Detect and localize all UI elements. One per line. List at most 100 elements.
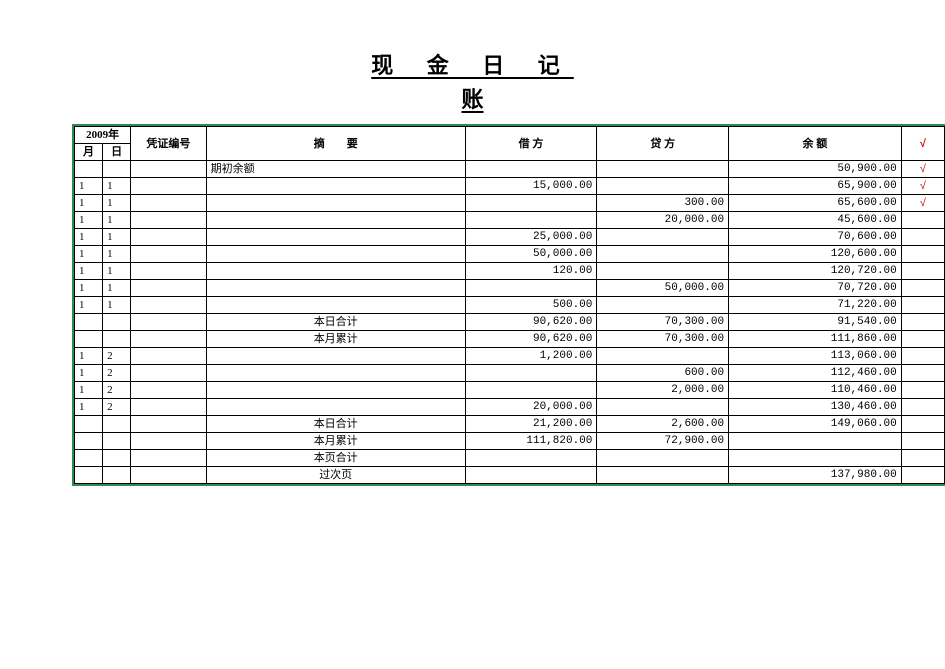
cell-credit — [597, 297, 729, 314]
table-row: 1220,000.00130,460.00 — [75, 399, 945, 416]
cell-summary — [206, 178, 465, 195]
header-summary-b: 要 — [347, 138, 358, 150]
cell-credit: 600.00 — [597, 365, 729, 382]
table-row: 本日合计90,620.0070,300.0091,540.00 — [75, 314, 945, 331]
cell-debit — [465, 382, 597, 399]
cell-check-icon — [901, 246, 944, 263]
table-row: 本月累计111,820.0072,900.00 — [75, 433, 945, 450]
cell-summary — [206, 246, 465, 263]
cell-day — [103, 416, 131, 433]
cell-day: 2 — [103, 365, 131, 382]
cell-debit — [465, 195, 597, 212]
cell-check-icon — [901, 263, 944, 280]
cell-credit: 20,000.00 — [597, 212, 729, 229]
cell-debit: 15,000.00 — [465, 178, 597, 195]
cell-credit — [597, 399, 729, 416]
ledger-table: 2009年 凭证编号 摘 要 借 方 贷 方 余 额 √ 月 日 期初余额 50,… — [74, 126, 945, 484]
cell-debit: 50,000.00 — [465, 246, 597, 263]
cell-balance — [729, 450, 902, 467]
cell-voucher — [131, 382, 207, 399]
cell-debit — [465, 450, 597, 467]
cell-month: 1 — [75, 195, 103, 212]
cell-month — [75, 331, 103, 348]
cell-voucher — [131, 450, 207, 467]
header-day: 日 — [103, 144, 131, 161]
cell-day: 1 — [103, 280, 131, 297]
cell-check-icon — [901, 212, 944, 229]
cell-balance: 112,460.00 — [729, 365, 902, 382]
table-header: 2009年 凭证编号 摘 要 借 方 贷 方 余 额 √ 月 日 — [75, 127, 945, 161]
cell-month: 1 — [75, 297, 103, 314]
cell-balance: 50,900.00 — [729, 161, 902, 178]
cell-month: 1 — [75, 212, 103, 229]
cell-check-icon — [901, 450, 944, 467]
cell-summary: 本日合计 — [206, 314, 465, 331]
cell-check-icon — [901, 348, 944, 365]
cell-debit: 25,000.00 — [465, 229, 597, 246]
cell-day — [103, 314, 131, 331]
cell-month: 1 — [75, 399, 103, 416]
cell-balance: 45,600.00 — [729, 212, 902, 229]
cell-summary — [206, 212, 465, 229]
cell-month: 1 — [75, 382, 103, 399]
cell-debit: 90,620.00 — [465, 314, 597, 331]
table-row: 期初余额50,900.00√ — [75, 161, 945, 178]
header-debit: 借 方 — [465, 127, 597, 161]
table-body: 期初余额50,900.00√1115,000.0065,900.00√11300… — [75, 161, 945, 484]
cell-check-icon — [901, 314, 944, 331]
cell-day: 2 — [103, 399, 131, 416]
cell-credit: 72,900.00 — [597, 433, 729, 450]
cell-day — [103, 161, 131, 178]
table-row: 1120,000.0045,600.00 — [75, 212, 945, 229]
cell-summary: 期初余额 — [206, 161, 465, 178]
cell-month — [75, 161, 103, 178]
cell-credit: 2,000.00 — [597, 382, 729, 399]
table-row: 12 600.00112,460.00 — [75, 365, 945, 382]
cell-day — [103, 450, 131, 467]
cell-debit: 500.00 — [465, 297, 597, 314]
cell-day: 1 — [103, 178, 131, 195]
cell-credit: 70,300.00 — [597, 314, 729, 331]
cell-voucher — [131, 348, 207, 365]
cell-debit: 21,200.00 — [465, 416, 597, 433]
cell-month — [75, 450, 103, 467]
cell-balance: 70,600.00 — [729, 229, 902, 246]
cell-balance: 130,460.00 — [729, 399, 902, 416]
cell-voucher — [131, 280, 207, 297]
cell-check-icon — [901, 433, 944, 450]
cell-balance: 120,600.00 — [729, 246, 902, 263]
cell-summary — [206, 348, 465, 365]
cell-month — [75, 416, 103, 433]
cell-credit — [597, 246, 729, 263]
cell-month: 1 — [75, 365, 103, 382]
table-row: 1115,000.0065,900.00√ — [75, 178, 945, 195]
cell-balance: 113,060.00 — [729, 348, 902, 365]
cell-balance — [729, 433, 902, 450]
header-month: 月 — [75, 144, 103, 161]
cell-credit — [597, 178, 729, 195]
cell-credit — [597, 348, 729, 365]
cell-day: 1 — [103, 195, 131, 212]
cell-summary — [206, 263, 465, 280]
cell-balance: 91,540.00 — [729, 314, 902, 331]
cell-summary: 过次页 — [206, 467, 465, 484]
table-row: 121,200.00113,060.00 — [75, 348, 945, 365]
title-line-1: 现 金 日 记 — [371, 48, 574, 80]
table-row: 11300.0065,600.00√ — [75, 195, 945, 212]
cell-day — [103, 331, 131, 348]
table-row: 1150,000.0070,720.00 — [75, 280, 945, 297]
cell-month — [75, 314, 103, 331]
table-row: 122,000.00110,460.00 — [75, 382, 945, 399]
cell-check-icon — [901, 382, 944, 399]
table-row: 1125,000.0070,600.00 — [75, 229, 945, 246]
cell-day: 1 — [103, 263, 131, 280]
cell-check-icon: √ — [901, 195, 944, 212]
cell-summary — [206, 399, 465, 416]
cell-check-icon — [901, 416, 944, 433]
cell-voucher — [131, 467, 207, 484]
header-year: 2009年 — [75, 127, 131, 144]
cell-summary: 本月累计 — [206, 433, 465, 450]
table-row: 本日合计21,200.002,600.00149,060.00 — [75, 416, 945, 433]
cell-voucher — [131, 195, 207, 212]
cell-summary: 本页合计 — [206, 450, 465, 467]
